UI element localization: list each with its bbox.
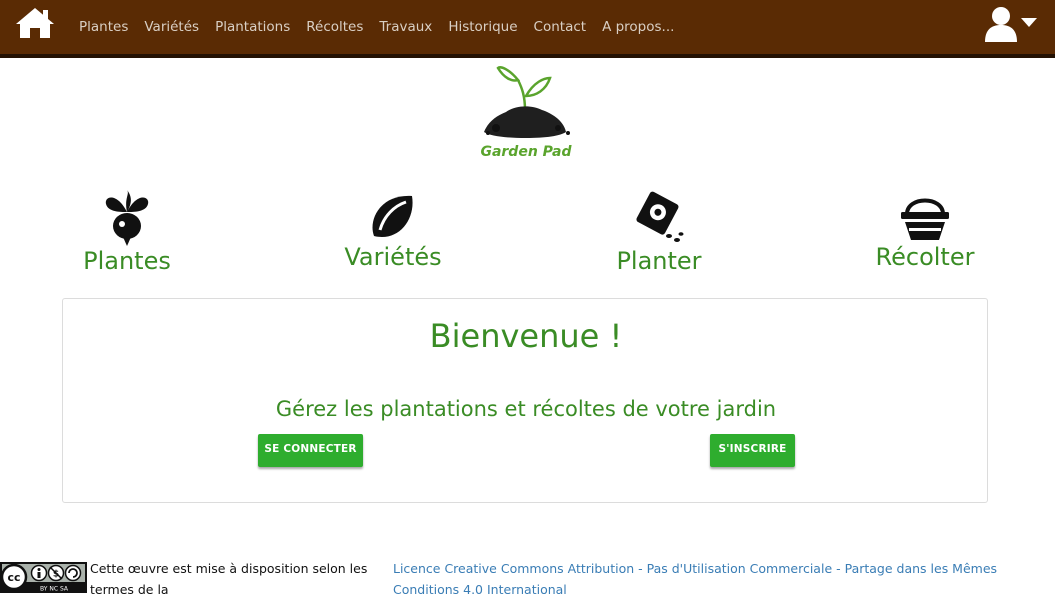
radish-icon: [105, 190, 149, 246]
seed-packet-icon: [636, 191, 684, 242]
nav-item-travaux[interactable]: Travaux: [379, 19, 432, 35]
main-nav: Plantes Variétés Plantations Récoltes Tr…: [71, 0, 682, 54]
feature-label-recolter: Récolter: [875, 243, 975, 271]
feature-plantes[interactable]: Plantes: [52, 190, 202, 275]
nav-item-recoltes[interactable]: Récoltes: [306, 19, 363, 35]
seed-icon: [372, 195, 413, 237]
license-link[interactable]: Licence Creative Commons Attribution - P…: [393, 558, 1048, 600]
cc-license-badge[interactable]: cc $ BY NC SA: [0, 562, 87, 593]
feature-label-varietes: Variétés: [344, 243, 442, 271]
feature-recolter[interactable]: Récolter: [850, 190, 1000, 271]
feature-label-planter: Planter: [616, 247, 702, 275]
feature-varietes[interactable]: Variétés: [318, 190, 468, 271]
logo-text: Garden Pad: [480, 144, 572, 160]
basket-icon: [901, 198, 949, 240]
nav-item-apropos[interactable]: A propos...: [602, 19, 674, 35]
welcome-title: Bienvenue !: [429, 317, 623, 355]
footer-text: Cette œuvre est mise à disposition selon…: [90, 561, 368, 597]
user-menu-icon[interactable]: [983, 4, 1039, 44]
welcome-panel: Bienvenue ! Gérez les plantations et réc…: [62, 298, 988, 503]
navbar: Plantes Variétés Plantations Récoltes Tr…: [0, 0, 1055, 58]
feature-label-plantes: Plantes: [83, 247, 171, 275]
nav-item-varietes[interactable]: Variétés: [144, 19, 199, 35]
nav-item-historique[interactable]: Historique: [448, 19, 517, 35]
svg-text:cc: cc: [7, 571, 20, 584]
login-button[interactable]: SE CONNECTER: [258, 434, 363, 467]
home-icon[interactable]: [14, 6, 56, 40]
nav-item-plantations[interactable]: Plantations: [215, 19, 290, 35]
signup-button[interactable]: S'INSCRIRE: [710, 434, 795, 467]
feature-planter[interactable]: Planter: [584, 190, 734, 275]
nav-item-contact[interactable]: Contact: [534, 19, 587, 35]
welcome-subtitle: Gérez les plantations et récoltes de vot…: [275, 397, 777, 421]
cc-badge-text: BY NC SA: [40, 586, 69, 593]
nav-item-plantes[interactable]: Plantes: [79, 19, 128, 35]
